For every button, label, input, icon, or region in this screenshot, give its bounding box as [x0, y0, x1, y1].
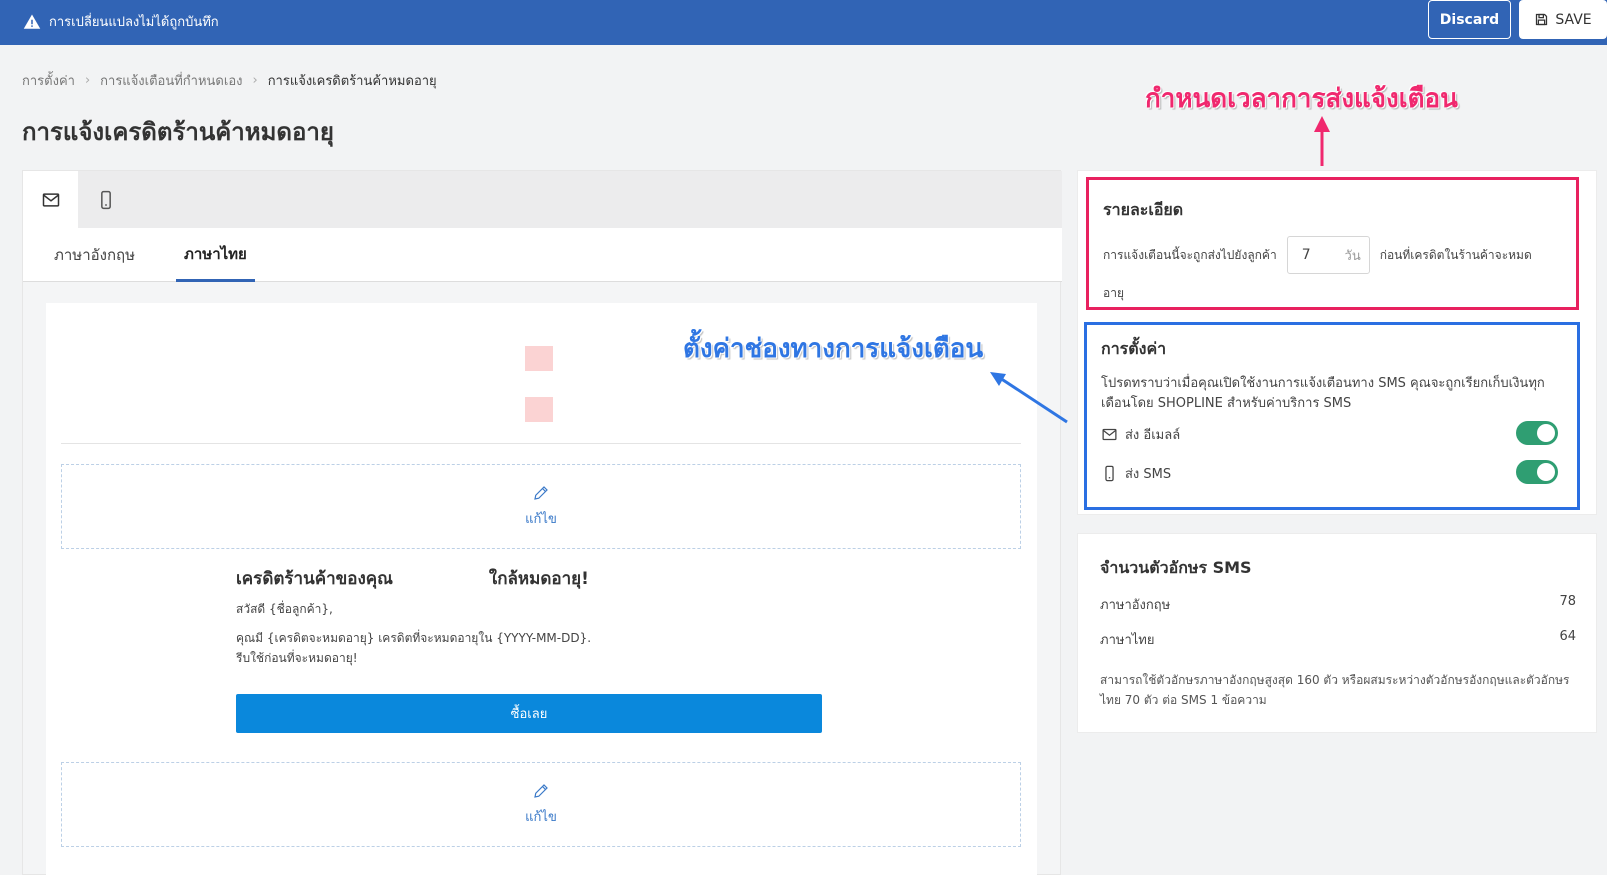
save-button[interactable]: SAVE	[1519, 0, 1607, 39]
sms-count-title: จำนวนตัวอักษร SMS	[1100, 558, 1252, 577]
arrow-up-icon	[1314, 116, 1330, 166]
pencil-icon	[534, 784, 548, 798]
toggle-knob	[1537, 424, 1555, 442]
divider	[61, 443, 1021, 444]
edit-header-block[interactable]: แก้ไข	[61, 464, 1021, 549]
chevron-right-icon: ›	[84, 73, 91, 88]
channel-tabs	[23, 171, 1062, 228]
breadcrumb: การตั้งค่า › การแจ้งเตือนที่กำหนดเอง › ก…	[22, 70, 437, 91]
details-section: รายละเอียด การแจ้งเตือนนี้จะถูกส่งไปยังล…	[1086, 177, 1579, 310]
details-title: รายละเอียด	[1103, 200, 1184, 219]
schedule-text-before: การแจ้งเตือนนี้จะถูกส่งไปยังลูกค้า	[1103, 247, 1277, 262]
breadcrumb-custom-notifications[interactable]: การแจ้งเตือนที่กำหนดเอง	[100, 70, 242, 91]
tab-email[interactable]	[23, 171, 78, 228]
email-preview: แก้ไข เครดิตร้านค้าของคุณ ใกล้หมดอายุ! สว…	[46, 303, 1037, 875]
pencil-icon	[534, 486, 548, 500]
discard-button[interactable]: Discard	[1428, 0, 1511, 39]
mail-icon	[1102, 428, 1117, 441]
mobile-icon	[1105, 465, 1114, 482]
sms-count-value: 64	[1559, 629, 1576, 644]
page-title: การแจ้งเครดิตร้านค้าหมดอายุ	[22, 118, 334, 146]
breadcrumb-settings[interactable]: การตั้งค่า	[22, 70, 75, 91]
sms-count-value: 78	[1559, 594, 1576, 609]
annotation-channels: ตั้งค่าช่องทางการแจ้งเตือน	[683, 334, 984, 364]
email-heading: เครดิตร้านค้าของคุณ ใกล้หมดอายุ!	[236, 565, 589, 592]
edit-label: แก้ไข	[525, 512, 557, 527]
sms-character-count-card: จำนวนตัวอักษร SMS ภาษาอังกฤษ 78 ภาษาไทย …	[1077, 533, 1597, 733]
template-editor-panel: ภาษาอังกฤษ ภาษาไทย แก้ไข เครดิตร้านค้าขอ…	[22, 170, 1062, 875]
send-sms-label: ส่ง SMS	[1125, 467, 1172, 482]
buy-now-button[interactable]: ซื้อเลย	[236, 694, 822, 733]
send-email-row: ส่ง อีเมลล์	[1101, 424, 1180, 445]
save-icon	[1536, 13, 1548, 26]
email-heading-start: เครดิตร้านค้าของคุณ	[236, 569, 393, 589]
language-tabs: ภาษาอังกฤษ ภาษาไทย	[23, 228, 1062, 282]
save-label: SAVE	[1555, 11, 1592, 28]
tab-thai[interactable]: ภาษาไทย	[176, 228, 255, 282]
email-body-line: รีบใช้ก่อนที่จะหมดอายุ!	[236, 651, 358, 665]
sms-count-note: สามารถใช้ตัวอักษรภาษาอังกฤษสูงสุด 160 ตั…	[1100, 673, 1570, 707]
unsaved-warning: การเปลี่ยนแปลงไม่ได้ถูกบันทึก	[23, 11, 219, 32]
annotation-schedule: กำหนดเวลาการส่งแจ้งเตือน	[1145, 84, 1458, 114]
send-email-toggle[interactable]	[1516, 421, 1558, 445]
days-value: 7	[1301, 247, 1311, 263]
chevron-right-icon: ›	[252, 73, 258, 88]
sms-count-label: ภาษาอังกฤษ	[1100, 598, 1171, 613]
send-sms-row: ส่ง SMS	[1101, 463, 1171, 484]
sms-count-row: ภาษาอังกฤษ 78	[1100, 594, 1576, 615]
edit-footer-block[interactable]: แก้ไข	[61, 762, 1021, 847]
schedule-row: การแจ้งเตือนนี้จะถูกส่งไปยังลูกค้า 7 วัน…	[1103, 236, 1532, 274]
send-email-label: ส่ง อีเมลล์	[1125, 428, 1181, 443]
top-bar: การเปลี่ยนแปลงไม่ได้ถูกบันทึก Discard SA…	[0, 0, 1607, 45]
email-body: คุณมี {เครดิตจะหมดอายุ} เครดิตที่จะหมดอา…	[236, 628, 591, 668]
channel-settings-section: การตั้งค่า โปรดทราบว่าเมื่อคุณเปิดใช้งาน…	[1084, 322, 1580, 510]
schedule-text-after: ก่อนที่เครดิตในร้านค้าจะหมด	[1379, 247, 1532, 262]
days-input[interactable]: 7 วัน	[1286, 236, 1370, 274]
mail-icon	[42, 192, 59, 207]
schedule-text-after-2: อายุ	[1103, 286, 1124, 300]
warning-icon	[23, 14, 41, 29]
logo-placeholder	[525, 346, 553, 371]
send-sms-toggle[interactable]	[1516, 460, 1558, 484]
edit-label: แก้ไข	[525, 810, 557, 825]
logo-placeholder	[525, 397, 553, 422]
unsaved-warning-text: การเปลี่ยนแปลงไม่ได้ถูกบันทึก	[49, 15, 219, 30]
breadcrumb-current: การแจ้งเครดิตร้านค้าหมดอายุ	[267, 74, 437, 89]
email-greeting: สวัสดี {ชื่อลูกค้า},	[236, 602, 333, 616]
sms-billing-notice: โปรดทราบว่าเมื่อคุณเปิดใช้งานการแจ้งเตือ…	[1101, 376, 1545, 411]
tab-english[interactable]: ภาษาอังกฤษ	[46, 228, 143, 282]
email-body-line: คุณมี {เครดิตจะหมดอายุ} เครดิตที่จะหมดอา…	[236, 631, 592, 645]
settings-title: การตั้งค่า	[1101, 339, 1167, 358]
tab-sms[interactable]	[78, 171, 133, 228]
sms-count-row: ภาษาไทย 64	[1100, 629, 1576, 650]
email-heading-end: ใกล้หมดอายุ!	[488, 569, 589, 589]
toggle-knob	[1537, 463, 1555, 481]
mobile-icon	[100, 190, 111, 209]
days-unit: วัน	[1344, 248, 1361, 264]
sms-count-label: ภาษาไทย	[1100, 633, 1155, 648]
